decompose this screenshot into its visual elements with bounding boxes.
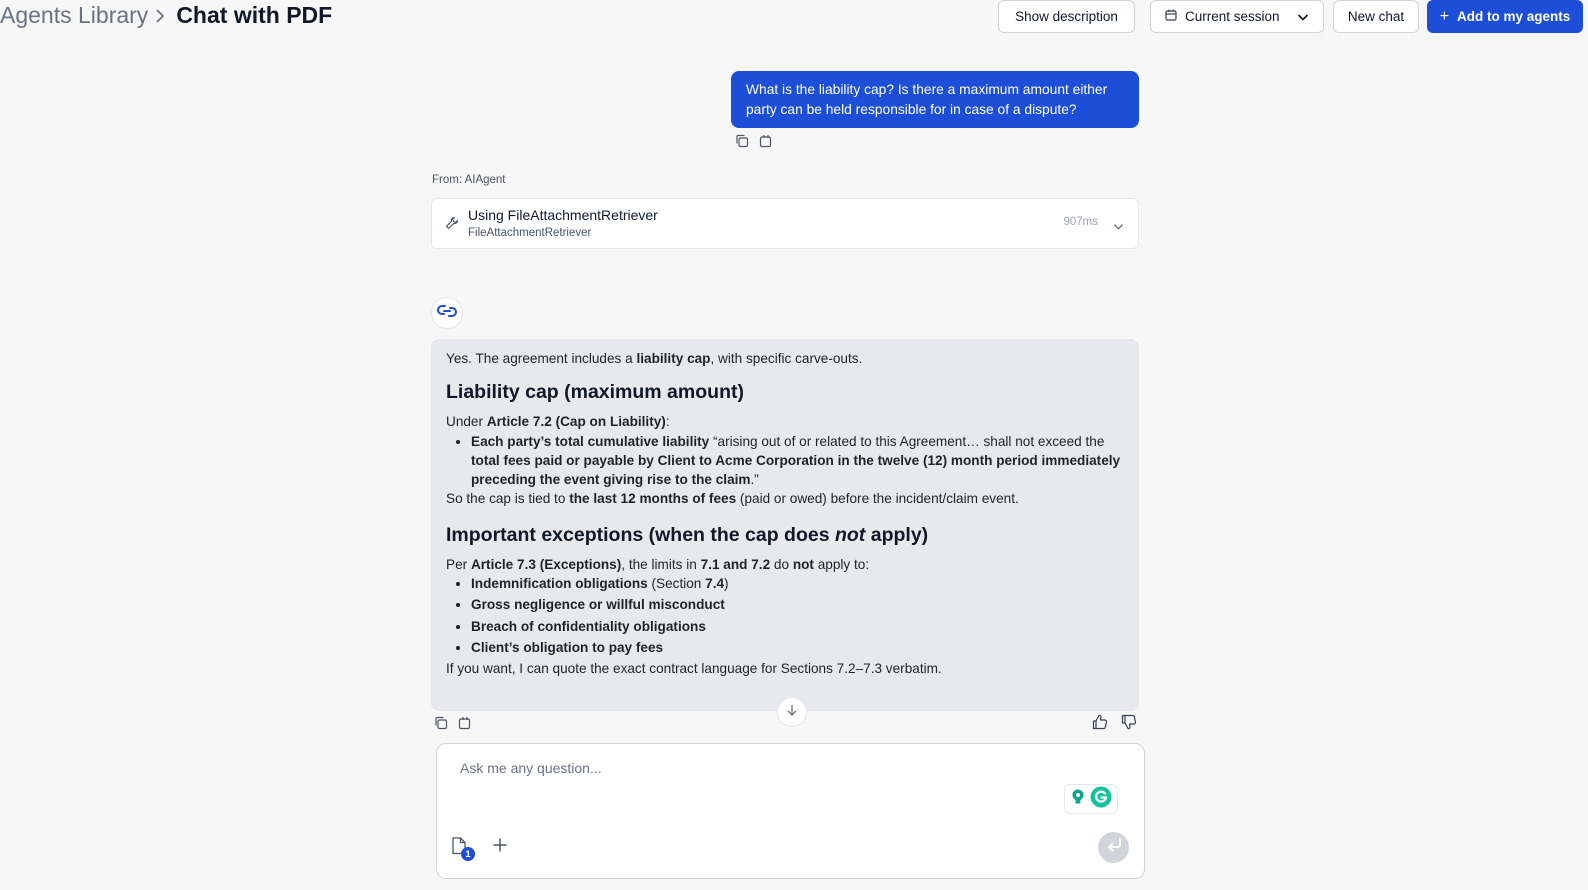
wrench-icon	[445, 216, 459, 235]
scroll-down-button[interactable]	[777, 697, 807, 727]
page-title: Chat with PDF	[176, 2, 333, 28]
message-source-label: From: AIAgent	[432, 174, 506, 186]
copy-icon[interactable]	[434, 716, 448, 730]
add-to-my-agents-button[interactable]: + Add to my agents	[1427, 0, 1583, 33]
feedback-actions	[1092, 714, 1137, 730]
attachment-count-badge: 1	[461, 847, 475, 861]
chevron-right-icon	[154, 7, 166, 25]
answer-intro: Yes. The agreement includes a liability …	[446, 351, 863, 366]
heading-liability-cap: Liability cap (maximum amount)	[446, 381, 744, 404]
session-label: Current session	[1185, 9, 1280, 24]
list-item: Gross negligence or willful misconduct	[471, 595, 1124, 614]
edit-icon[interactable]	[759, 134, 773, 148]
tool-call-title: Using FileAttachmentRetriever	[468, 207, 658, 223]
show-description-button[interactable]: Show description	[998, 0, 1135, 33]
send-icon	[1105, 837, 1123, 858]
breadcrumb: Agents Library Chat with PDF	[0, 2, 332, 29]
tool-call-duration: 907ms	[1063, 216, 1098, 228]
session-select[interactable]: Current session	[1150, 0, 1324, 33]
user-message-bubble: What is the liability cap? Is there a ma…	[731, 71, 1139, 128]
thumbs-down-icon[interactable]	[1121, 714, 1137, 730]
chat-input[interactable]	[460, 755, 1020, 781]
list-item: Indemnification obligations (Section 7.4…	[471, 574, 1124, 593]
grammarly-widget[interactable]	[1064, 784, 1118, 814]
show-description-label: Show description	[1015, 9, 1118, 24]
cap-list: Each party’s total cumulative liability …	[446, 432, 1124, 490]
answer-outro: If you want, I can quote the exact contr…	[446, 661, 942, 677]
chevron-down-icon	[1297, 11, 1309, 26]
tool-call-card[interactable]: Using FileAttachmentRetriever FileAttach…	[431, 198, 1139, 249]
assistant-answer: Yes. The agreement includes a liability …	[431, 339, 1139, 711]
agent-avatar	[431, 297, 463, 329]
copy-icon[interactable]	[735, 134, 749, 148]
edit-icon[interactable]	[458, 716, 472, 730]
page-header: Agents Library Chat with PDF Show descri…	[0, 0, 1588, 34]
thumbs-up-icon[interactable]	[1092, 714, 1108, 730]
list-item: Each party’s total cumulative liability …	[471, 432, 1124, 490]
answer-cap-summary: So the cap is tied to the last 12 months…	[446, 491, 1019, 507]
plus-icon: +	[1439, 7, 1450, 25]
chat-composer: 1	[436, 743, 1145, 879]
arrow-down-icon	[786, 703, 798, 721]
new-chat-button[interactable]: New chat	[1333, 0, 1419, 33]
answer-actions	[434, 716, 472, 730]
add-to-my-agents-label: Add to my agents	[1457, 9, 1571, 24]
exceptions-list: Indemnification obligations (Section 7.4…	[446, 574, 1124, 657]
send-button[interactable]	[1098, 832, 1129, 863]
grammarly-icon	[1090, 786, 1112, 813]
answer-per-article: Per Article 7.3 (Exceptions), the limits…	[446, 556, 870, 572]
tool-call-subtitle: FileAttachmentRetriever	[468, 227, 592, 239]
heading-exceptions: Important exceptions (when the cap does …	[446, 523, 929, 546]
new-chat-label: New chat	[1347, 9, 1405, 24]
user-message-actions	[735, 134, 773, 148]
list-item: Breach of confidentiality obligations	[471, 617, 1124, 636]
breadcrumb-agents-library[interactable]: Agents Library	[0, 2, 148, 29]
calendar-icon	[1165, 9, 1177, 24]
answer-under-article: Under Article 7.2 (Cap on Liability):	[446, 414, 670, 430]
lightbulb-icon	[1070, 788, 1086, 811]
chevron-down-icon[interactable]	[1113, 219, 1124, 237]
attachments-button[interactable]: 1	[451, 837, 477, 863]
agent-logo-icon	[437, 304, 457, 323]
list-item: Client’s obligation to pay fees	[471, 638, 1124, 657]
plus-icon[interactable]	[492, 837, 508, 858]
